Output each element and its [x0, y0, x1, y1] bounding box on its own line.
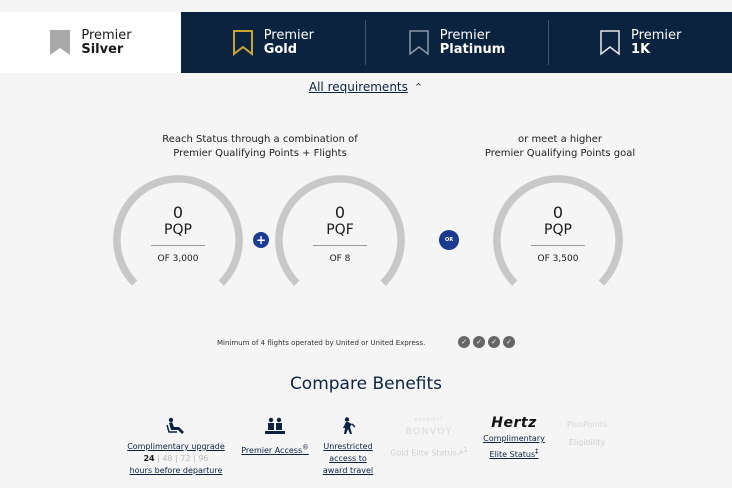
benefit-pluspoints: PlusPoints Eligibility — [552, 419, 622, 449]
gauge-arc — [275, 175, 405, 286]
registered-mark: ® — [302, 443, 309, 451]
benefit-premier-access: Premier Access® — [237, 417, 313, 457]
benefit-bonvoy: MARRIOTT BONVOY Gold Elite Status↗1 — [382, 414, 476, 460]
traveler-icon — [343, 417, 356, 434]
all-requirements-toggle: All requirements ⌃ — [0, 80, 732, 94]
minimum-flights-note: Minimum of 4 flights operated by United … — [217, 339, 426, 347]
gold-flag-icon — [232, 30, 253, 56]
chevron-up-icon[interactable]: ⌃ — [414, 81, 423, 94]
bonvoy-logo: MARRIOTT BONVOY — [382, 414, 476, 438]
bonvoy-logo-text: BONVOY — [405, 427, 453, 437]
gauge-unit: PQP — [164, 222, 192, 238]
benefit-award-travel: Unrestricted access to award travel — [316, 417, 380, 477]
all-requirements-link[interactable]: All requirements — [309, 80, 408, 94]
check-icon: ✓ — [503, 336, 515, 348]
pqp-progress-gauge: 0 PQP OF 3,000 — [113, 175, 243, 305]
gauge-unit: PQP — [544, 222, 572, 238]
hertz-logo: Hertz — [491, 415, 537, 431]
gauge-unit: PQF — [326, 222, 354, 238]
check-icon: ✓ — [458, 336, 470, 348]
benefit-upgrade: Complimentary upgrade 24 | 48 | 72 | 96 … — [120, 417, 232, 477]
platinum-flag-icon — [409, 30, 429, 56]
hours-active: 24 — [143, 454, 155, 463]
bonvoy-label: Gold Elite Status↗1 — [382, 444, 476, 460]
tab-premier-silver[interactable]: Premier Silver — [0, 12, 181, 73]
tab-label-line2: 1K — [631, 41, 651, 57]
bonvoy-logo-small: MARRIOTT — [414, 417, 444, 422]
flight-checks: ✓ ✓ ✓ ✓ — [458, 336, 515, 348]
or-badge: OR — [439, 230, 459, 250]
hertz-link-1[interactable]: Complimentary — [483, 434, 545, 443]
tab-label-line1: Premier — [81, 27, 132, 43]
award-travel-link-3[interactable]: award travel — [323, 466, 373, 475]
upgrade-sub-link[interactable]: hours before departure — [130, 466, 223, 475]
tab-label-line2: Silver — [81, 41, 124, 57]
combination-caption: Reach Status through a combination of Pr… — [110, 133, 410, 161]
premier-access-icon — [265, 417, 285, 434]
tab-premier-platinum[interactable]: Premier Platinum — [364, 12, 549, 73]
upgrade-link[interactable]: Complimentary upgrade — [127, 442, 225, 451]
check-icon: ✓ — [488, 336, 500, 348]
silver-flag-icon — [50, 30, 71, 55]
pluspoints-label: Eligibility — [568, 438, 606, 447]
award-travel-link-1[interactable]: Unrestricted — [323, 442, 372, 451]
tab-label-line2: Gold — [263, 41, 298, 57]
tab-premier-gold[interactable]: Premier Gold — [181, 12, 365, 73]
pqp-goal-gauge: 0 PQP OF 3,500 — [493, 175, 623, 305]
caption-line: Premier Qualifying Points goal — [484, 148, 636, 159]
premier-access-label: Premier Access — [241, 445, 303, 455]
gauge-value: 0 — [172, 203, 184, 222]
award-travel-link-2[interactable]: access to — [329, 454, 367, 463]
bonvoy-status: Gold Elite Status — [390, 448, 457, 458]
hertz-link-2-label: Elite Status — [489, 449, 536, 459]
tab-label-line1: Premier — [631, 27, 682, 43]
hours-other: | 48 | 72 | 96 — [154, 454, 209, 463]
tab-label-line1: Premier — [439, 27, 491, 43]
gauge-arc — [493, 175, 623, 286]
hertz-link-2[interactable]: Elite Status‡ — [489, 447, 539, 459]
gauge-divider — [151, 245, 205, 246]
gauge-divider — [313, 245, 367, 246]
1k-flag-icon — [600, 30, 620, 56]
hertz-footnote: ‡ — [535, 447, 539, 455]
plus-badge: + — [253, 232, 269, 248]
premier-access-link[interactable]: Premier Access® — [241, 443, 309, 455]
gauge-divider — [531, 245, 585, 246]
pqf-progress-gauge: 0 PQF OF 8 — [275, 175, 405, 305]
caption-line: or meet a higher — [518, 134, 602, 145]
tab-premier-1k[interactable]: Premier 1K — [548, 12, 732, 73]
compare-benefits-title: Compare Benefits — [289, 374, 443, 394]
gauge-value: 0 — [552, 203, 564, 222]
gauge-target: OF 8 — [329, 254, 351, 264]
higher-goal-caption: or meet a higher Premier Qualifying Poin… — [440, 133, 680, 161]
caption-line: Reach Status through a combination of — [162, 134, 358, 145]
tier-tabs: Premier Silver Premier Gold Premier Plat… — [0, 12, 732, 73]
bonvoy-footnote: 1 — [463, 446, 468, 454]
gauge-value: 0 — [334, 203, 346, 222]
check-icon: ✓ — [473, 336, 485, 348]
top-strip — [0, 0, 732, 12]
gauge-arc — [113, 175, 243, 286]
gauge-target: OF 3,000 — [157, 254, 199, 264]
seat-icon — [166, 417, 184, 434]
benefit-hertz: Hertz Complimentary Elite Status‡ — [478, 415, 550, 461]
upgrade-hours: 24 | 48 | 72 | 96 — [120, 453, 232, 465]
pluspoints-logo: PlusPoints — [566, 420, 608, 429]
tab-label-line2: Platinum — [439, 41, 506, 57]
gauge-target: OF 3,500 — [537, 254, 579, 264]
tab-label-line1: Premier — [263, 27, 314, 43]
caption-line: Premier Qualifying Points + Flights — [173, 148, 347, 159]
